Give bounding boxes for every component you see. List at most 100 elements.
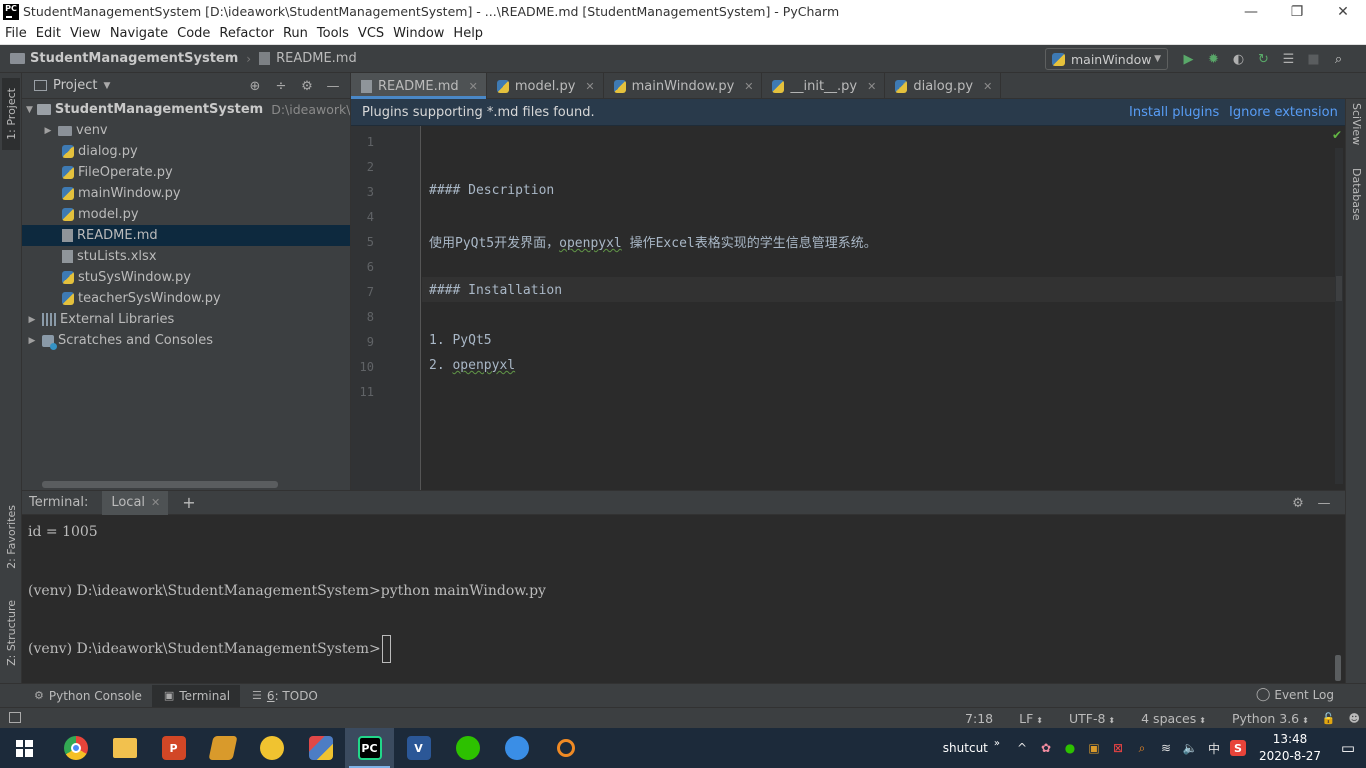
- hide-icon[interactable]: —: [320, 77, 346, 95]
- chevron-right-icon[interactable]: ▶: [26, 315, 38, 325]
- tree-item-stusyswindow-py[interactable]: stuSysWindow.py: [22, 267, 350, 288]
- taskbar-app-powerpoint[interactable]: P: [149, 728, 198, 768]
- editor-tab-dialog-py[interactable]: dialog.py ✕: [885, 73, 1002, 99]
- menu-run[interactable]: Run: [278, 26, 312, 41]
- minimize-button[interactable]: —: [1228, 0, 1274, 23]
- taskbar-app-typora[interactable]: [296, 728, 345, 768]
- taskbar-app-pycharm[interactable]: PC: [345, 728, 394, 768]
- favorites-tool-tab[interactable]: 2: Favorites: [2, 498, 20, 576]
- close-icon[interactable]: ✕: [867, 80, 876, 93]
- chevron-down-icon[interactable]: ▼: [103, 81, 110, 91]
- menu-vcs[interactable]: VCS: [353, 26, 388, 41]
- taskbar-app-chrome[interactable]: [51, 728, 100, 768]
- hide-icon[interactable]: —: [1311, 494, 1337, 512]
- chevron-right-icon[interactable]: ▶: [42, 126, 54, 136]
- todo-tab[interactable]: ☰ 6: TODO: [240, 685, 328, 707]
- install-plugins-link[interactable]: Install plugins: [1129, 105, 1219, 120]
- line-separator-select[interactable]: LF ⬍: [1006, 711, 1043, 726]
- restore-button[interactable]: ❐: [1274, 0, 1320, 23]
- tree-item-external-libraries[interactable]: ▶ External Libraries: [22, 309, 350, 330]
- menu-window[interactable]: Window: [388, 26, 448, 41]
- notification-center-icon[interactable]: ▭: [1330, 728, 1366, 768]
- taskbar-app-wechat[interactable]: [443, 728, 492, 768]
- terminal-output[interactable]: id = 1005 (venv) D:\ideawork\StudentMana…: [22, 515, 1345, 683]
- tree-item-fileoperate-py[interactable]: FileOperate.py: [22, 162, 350, 183]
- tree-item-stulists-xlsx[interactable]: stuLists.xlsx: [22, 246, 350, 267]
- menu-help[interactable]: Help: [448, 26, 487, 41]
- close-icon[interactable]: ✕: [983, 80, 992, 93]
- wifi-icon[interactable]: ≋: [1154, 728, 1178, 768]
- taskbar-app-file-explorer[interactable]: [100, 728, 149, 768]
- project-view-select[interactable]: Project: [53, 78, 97, 93]
- tree-item-scratches[interactable]: ▶ Scratches and Consoles: [22, 330, 350, 351]
- tree-item-dialog-py[interactable]: dialog.py: [22, 141, 350, 162]
- menu-edit[interactable]: Edit: [31, 26, 65, 41]
- tree-item-teachersyswindow-py[interactable]: teacherSysWindow.py: [22, 288, 350, 309]
- tree-item-readme-md[interactable]: README.md: [22, 225, 350, 246]
- taskbar-app-tortoise[interactable]: [247, 728, 296, 768]
- menu-refactor[interactable]: Refactor: [214, 26, 278, 41]
- stop-icon[interactable]: ■: [1301, 49, 1326, 69]
- structure-tool-tab[interactable]: Z: Structure: [2, 593, 20, 673]
- security-tray-icon[interactable]: ⊠: [1106, 728, 1130, 768]
- editor-tab-readme-md[interactable]: README.md ✕: [351, 73, 487, 99]
- close-icon[interactable]: ✕: [744, 80, 753, 93]
- tree-item-venv[interactable]: ▶ venv: [22, 120, 350, 141]
- volume-icon[interactable]: 🔈: [1178, 728, 1202, 768]
- gear-icon[interactable]: ⚙: [1285, 494, 1311, 512]
- scrollbar-thumb[interactable]: [1336, 276, 1342, 301]
- profile-icon[interactable]: ↻: [1251, 49, 1276, 69]
- sciview-tool-tab[interactable]: SciView: [1348, 99, 1365, 149]
- database-tool-tab[interactable]: Database: [1348, 159, 1365, 229]
- show-hidden-icons-icon[interactable]: ^: [1010, 728, 1034, 768]
- coverage-icon[interactable]: ◐: [1226, 49, 1251, 69]
- lock-icon[interactable]: 🔓: [1322, 712, 1336, 725]
- close-icon[interactable]: ✕: [151, 496, 160, 509]
- gear-icon[interactable]: ⚙: [294, 77, 320, 95]
- event-log-tab[interactable]: ◯ Event Log: [1256, 687, 1334, 702]
- editor-vertical-scrollbar[interactable]: [1335, 148, 1343, 484]
- chevron-right-icon[interactable]: ▶: [26, 336, 38, 346]
- horizontal-scrollbar[interactable]: [42, 481, 278, 488]
- menu-navigate[interactable]: Navigate: [105, 26, 172, 41]
- editor-tab-mainwindow-py[interactable]: mainWindow.py ✕: [604, 73, 763, 99]
- locate-icon[interactable]: ⊕: [242, 77, 268, 95]
- chevron-down-icon[interactable]: ▼: [26, 105, 33, 115]
- tray-chevron-icon[interactable]: »: [994, 738, 1000, 749]
- new-terminal-button[interactable]: +: [182, 493, 195, 512]
- tray-shortcut-label[interactable]: shutcut: [943, 741, 988, 755]
- menu-tools[interactable]: Tools: [312, 26, 353, 41]
- debug-icon[interactable]: ✹: [1201, 49, 1226, 69]
- collapse-all-icon[interactable]: ÷: [268, 77, 294, 95]
- clock[interactable]: 13:48 2020-8-27: [1250, 731, 1330, 765]
- inspector-icon[interactable]: ☻: [1349, 712, 1360, 725]
- menu-code[interactable]: Code: [172, 26, 214, 41]
- run-icon[interactable]: ▶: [1176, 49, 1201, 69]
- search-tray-icon[interactable]: ⌕: [1130, 728, 1154, 768]
- terminal-scrollbar[interactable]: [1335, 655, 1341, 681]
- sogou-icon[interactable]: S: [1230, 740, 1246, 756]
- editor-tab-init-py[interactable]: __init__.py ✕: [762, 73, 886, 99]
- input-method-icon[interactable]: 中: [1202, 728, 1226, 768]
- taskbar-app-feishu[interactable]: [492, 728, 541, 768]
- code-editor[interactable]: 1 2 3 4 5 6 7 8 9 10 11 #### Description…: [351, 126, 1345, 490]
- python-console-tab[interactable]: ⚙ Python Console: [22, 685, 152, 707]
- interpreter-select[interactable]: Python 3.6 ⬍: [1219, 711, 1309, 726]
- terminal-tab-local[interactable]: Local ✕: [102, 490, 169, 515]
- caret-position[interactable]: 7:18: [965, 711, 993, 726]
- close-button[interactable]: ✕: [1320, 0, 1366, 23]
- inspection-ok-icon[interactable]: ✔: [1332, 128, 1342, 142]
- concurrency-icon[interactable]: ☰: [1276, 49, 1301, 69]
- encoding-select[interactable]: UTF-8 ⬍: [1056, 711, 1115, 726]
- close-icon[interactable]: ✕: [469, 80, 478, 93]
- tool-windows-toggle-icon[interactable]: [9, 712, 21, 723]
- notebook-tray-icon[interactable]: ▣: [1082, 728, 1106, 768]
- tree-item-mainwindow-py[interactable]: mainWindow.py: [22, 183, 350, 204]
- wechat-tray-icon[interactable]: ●: [1058, 728, 1082, 768]
- breadcrumb-file[interactable]: README.md: [276, 51, 357, 66]
- taskbar-app-visio[interactable]: V: [394, 728, 443, 768]
- taskbar-app-notebook[interactable]: [198, 728, 247, 768]
- tree-item-model-py[interactable]: model.py: [22, 204, 350, 225]
- tree-item-project-root[interactable]: ▼ StudentManagementSystem D:\ideawork\St…: [22, 99, 350, 120]
- run-configuration-select[interactable]: mainWindow ▼: [1045, 48, 1168, 70]
